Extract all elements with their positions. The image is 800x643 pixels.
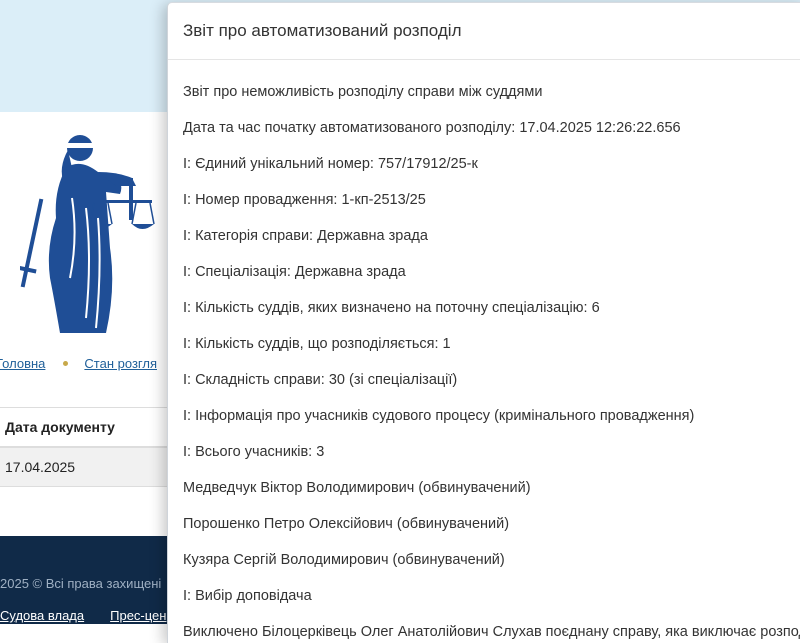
report-line: І: Номер провадження: 1-кп-2513/25 [183,192,426,208]
report-line: І: Кількість суддів, яких визначено на п… [183,300,600,316]
modal-title: Звіт про автоматизований розподіл [183,21,462,40]
report-line: І: Складність справи: 30 (зі спеціалізац… [183,372,458,388]
documents-table: Дата документу 17.04.2025 [0,407,167,487]
table-cell-document-date: 17.04.2025 [0,448,167,487]
report-line: І: Інформація про учасників судового про… [183,408,695,424]
footer-copyright: 2025 © Всі права захищені [0,576,162,591]
breadcrumb-separator [63,361,69,367]
column-header-document-date: Дата документу [0,407,167,448]
footer-link-judicial-power[interactable]: Судова влада [0,608,84,623]
modal-header: Звіт про автоматизований розподіл [168,3,800,60]
breadcrumb-case-status-link[interactable]: Стан розгля [84,356,157,371]
report-line: І: Єдиний унікальний номер: 757/17912/25… [183,156,478,172]
report-line: Звіт про неможливість розподілу справи м… [183,84,543,100]
modal-body[interactable]: Звіт про неможливість розподілу справи м… [168,60,800,643]
breadcrumb-home-link[interactable]: Головна [0,356,45,371]
report-line: Кузяра Сергій Володимирович (обвинувачен… [183,552,505,568]
footer-link-press-center[interactable]: Прес-цен [110,608,166,623]
report-line: І: Вибір доповідача [183,588,312,604]
report-line: Дата та час початку автоматизованого роз… [183,120,681,136]
report-line: Виключено Білоцерківець Олег Анатолійови… [183,624,800,640]
distribution-report-modal: Звіт про автоматизований розподіл Звіт п… [167,2,800,643]
report-line: І: Категорія справи: Державна зрада [183,228,428,244]
themis-justice-logo [18,128,160,338]
report-line: Порошенко Петро Олексійович (обвинувачен… [183,516,510,532]
footer-links: Судова влада Прес-цен [0,608,192,623]
report-line: Медведчук Віктор Володимирович (обвинува… [183,480,531,496]
report-line: І: Всього учасників: 3 [183,444,325,460]
breadcrumb: Головна Стан розгля [0,356,157,371]
report-line: І: Спеціалізація: Державна зрада [183,264,406,280]
report-line: І: Кількість суддів, що розподіляється: … [183,336,451,352]
